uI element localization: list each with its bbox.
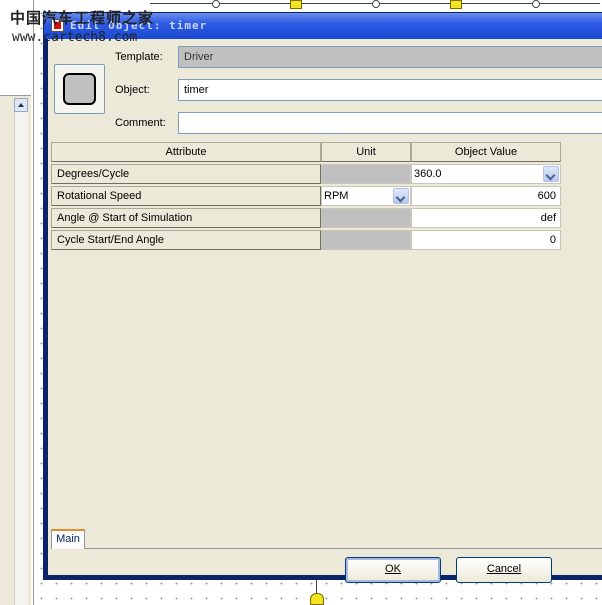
cancel-button-label: Cancel (486, 563, 522, 575)
dialog-body: Template: Driver Object: timer Comment: … (48, 39, 602, 583)
object-field[interactable]: timer (178, 79, 602, 101)
unit-cell (321, 164, 411, 184)
diagram-yellow-block[interactable] (290, 0, 302, 9)
diagram-wire (316, 580, 317, 594)
chevron-down-icon[interactable] (393, 188, 409, 204)
degrees-cycle-combo[interactable]: 360.0 (411, 164, 561, 184)
degrees-cycle-value: 360.0 (414, 168, 442, 180)
ok-button-label: OK (385, 563, 401, 575)
cancel-button[interactable]: Cancel (456, 557, 552, 583)
column-header-object-value[interactable]: Object Value (411, 142, 561, 162)
unit-cell (321, 230, 411, 250)
diagram-yellow-block[interactable] (310, 593, 324, 605)
angle-start-value[interactable]: def (411, 208, 561, 228)
watermark-text: 中国汽车工程师之家 (10, 9, 155, 27)
scroll-up-icon[interactable] (14, 98, 28, 112)
row-header-degrees-cycle: Degrees/Cycle (51, 164, 321, 184)
watermark-url: www.cartech8.com (12, 30, 138, 45)
tab-divider (85, 548, 602, 549)
column-header-attribute[interactable]: Attribute (51, 142, 321, 162)
edit-object-dialog: Edit Object: timer Template: Driver Obje… (43, 12, 602, 583)
object-label: Object: (115, 84, 150, 96)
comment-field[interactable] (178, 112, 602, 134)
comment-label: Comment: (115, 117, 166, 129)
template-field: Driver (178, 46, 602, 68)
column-header-unit[interactable]: Unit (321, 142, 411, 162)
diagram-node[interactable] (212, 0, 220, 8)
rounded-square-driver-icon (63, 73, 96, 105)
object-icon-button[interactable] (54, 64, 105, 114)
ok-button[interactable]: OK (345, 557, 441, 583)
tab-main[interactable]: Main (51, 529, 85, 549)
rotational-speed-unit-combo[interactable]: RPM (321, 186, 411, 206)
cycle-start-end-value[interactable]: 0 (411, 230, 561, 250)
vertical-scrollbar[interactable] (14, 112, 28, 605)
row-header-cycle-start-end: Cycle Start/End Angle (51, 230, 321, 250)
row-header-angle-start: Angle @ Start of Simulation (51, 208, 321, 228)
row-header-rotational-speed: Rotational Speed (51, 186, 321, 206)
rotational-speed-unit: RPM (324, 190, 349, 202)
diagram-node[interactable] (372, 0, 380, 8)
diagram-yellow-block[interactable] (450, 0, 462, 9)
rotational-speed-value[interactable]: 600 (411, 186, 561, 206)
diagram-node[interactable] (532, 0, 540, 8)
template-label: Template: (115, 51, 163, 63)
unit-cell (321, 208, 411, 228)
chevron-down-icon[interactable] (543, 166, 559, 182)
